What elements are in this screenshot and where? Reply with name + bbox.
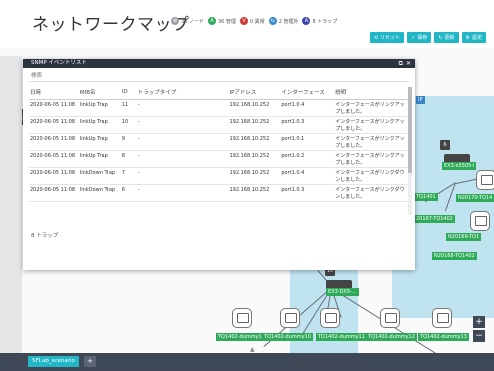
reset-button[interactable]: ⟲ リセット bbox=[369, 32, 405, 43]
table-body: 2020-06-05 11:08 linkUp Trap 11-192.168.10… bbox=[29, 100, 409, 202]
device-label: N20169-TQ1 bbox=[446, 233, 482, 241]
normal-status-icon: A bbox=[207, 17, 216, 25]
add-scenario-button[interactable]: + bbox=[84, 356, 96, 367]
dialog-header: SNMP イベントリスト ⧉ ✕ bbox=[23, 59, 415, 68]
column-header[interactable]: MIB名 bbox=[80, 88, 122, 96]
device-node[interactable] bbox=[470, 211, 490, 231]
ip-label-fragment: IP bbox=[416, 96, 425, 104]
device-node[interactable] bbox=[232, 308, 252, 328]
stat-nodes: ⊕ 38 ノード bbox=[171, 17, 204, 25]
table-row[interactable]: 2020-06-05 11:08 linkUp Trap 10-192.168.10… bbox=[29, 117, 409, 134]
scrollbar-thumb[interactable] bbox=[408, 87, 412, 173]
table-row[interactable]: 2020-06-05 11:08 linkUp Trap 8-192.168.10.… bbox=[29, 151, 409, 168]
device-label: TQ1401 bbox=[414, 193, 438, 201]
stat-traps[interactable]: A8 トラップ bbox=[302, 17, 337, 25]
scenario-tab[interactable]: SFI.ab_scenario bbox=[28, 356, 79, 367]
check-icon: ✓ bbox=[411, 34, 416, 41]
close-icon[interactable]: ✕ bbox=[406, 59, 411, 68]
toolbar: ⟲ リセット ✓ 保存 ↻ 更新 ⚙ 設定 bbox=[369, 32, 486, 43]
switch-port-count-badge: 6 bbox=[440, 140, 450, 150]
device-node[interactable] bbox=[320, 308, 340, 328]
switch-label-right: EX3-x5505-l bbox=[442, 162, 477, 170]
device-label: 20167-TQ1402 bbox=[414, 215, 455, 223]
device-label: N20168-TQ1402 bbox=[432, 252, 477, 260]
stat-unmanaged: ⇆ 2 管理外 bbox=[268, 17, 299, 25]
zoom-in-button[interactable]: + bbox=[473, 316, 485, 328]
table-header: 日時 MIB名 ID トラップタイプ IPアドレス インターフェース 説明 bbox=[29, 85, 409, 100]
column-header[interactable]: IPアドレス bbox=[229, 88, 281, 96]
save-button[interactable]: ✓ 保存 bbox=[407, 32, 432, 43]
reset-icon: ⟲ bbox=[373, 34, 379, 41]
dialog-title: SNMP イベントリスト bbox=[31, 60, 87, 66]
column-header[interactable]: ID bbox=[122, 89, 138, 95]
stat-managed: A 36 管理 bbox=[207, 17, 236, 25]
switch-label-main: EX3-DX5-... bbox=[326, 288, 359, 296]
device-label: TQ1402-dummy13 bbox=[418, 333, 469, 341]
refresh-icon: ↻ bbox=[438, 34, 443, 41]
snmp-event-dialog: SNMP イベントリスト ⧉ ✕ 検索 日時 MIB名 ID トラップタイプ I… bbox=[23, 59, 415, 270]
device-label: N20170-TQ14 bbox=[456, 194, 494, 202]
status-summary: ⊕ 38 ノード A 36 管理 V0 異常 ⇆ 2 管理外 A8 トラップ bbox=[171, 17, 337, 25]
device-node[interactable] bbox=[280, 308, 300, 328]
device-node[interactable] bbox=[476, 170, 494, 190]
gear-icon: ⚙ bbox=[465, 34, 470, 41]
trap-count: 8 トラップ bbox=[31, 233, 59, 239]
error-status-icon: V bbox=[239, 17, 248, 25]
device-node[interactable] bbox=[380, 308, 400, 328]
search-input[interactable]: 検索 bbox=[29, 71, 409, 82]
popout-icon[interactable]: ⧉ bbox=[399, 59, 403, 68]
table-row[interactable]: 2020-06-05 11:08 linkDown Trap 6-192.168.1… bbox=[29, 185, 409, 202]
page-title: ネットワークマップ bbox=[32, 15, 190, 35]
trap-icon: A bbox=[302, 17, 311, 25]
left-panel-strip bbox=[0, 56, 22, 353]
table-row[interactable]: 2020-06-05 11:08 linkUp Trap 9-192.168.10.… bbox=[29, 134, 409, 151]
node-count-icon: ⊕ bbox=[171, 17, 179, 25]
zoom-controls: + − bbox=[473, 316, 485, 342]
unmanaged-icon: ⇆ bbox=[268, 17, 277, 25]
device-label: TQ1402-dummy11 bbox=[316, 333, 367, 341]
device-label: TQ1402-dummy12 bbox=[366, 333, 417, 341]
table-row[interactable]: 2020-06-05 11:08 linkDown Trap 7-192.168.1… bbox=[29, 168, 409, 185]
header: ネットワークマップ ⊕ 38 ノード A 36 管理 V0 異常 ⇆ 2 管理外 A8… bbox=[0, 0, 494, 48]
column-header[interactable]: 説明 bbox=[335, 88, 409, 96]
column-header[interactable]: 日時 bbox=[29, 88, 80, 96]
settings-button[interactable]: ⚙ 設定 bbox=[461, 32, 486, 43]
stat-error: V0 異常 bbox=[239, 17, 265, 25]
zoom-out-button[interactable]: − bbox=[473, 330, 485, 342]
collapse-arrow-icon[interactable]: ▲ bbox=[250, 346, 255, 353]
column-header[interactable]: トラップタイプ bbox=[138, 88, 230, 96]
device-label: TQ1402-dummy1 bbox=[216, 333, 264, 341]
table-row[interactable]: 2020-06-05 11:08 linkUp Trap 11-192.168.10… bbox=[29, 100, 409, 117]
table-scrollbar[interactable] bbox=[408, 87, 412, 215]
device-node[interactable] bbox=[432, 308, 452, 328]
column-header[interactable]: インターフェース bbox=[281, 88, 335, 96]
device-label: TQ1402-dummy10 bbox=[262, 333, 313, 341]
refresh-button[interactable]: ↻ 更新 bbox=[434, 32, 459, 43]
